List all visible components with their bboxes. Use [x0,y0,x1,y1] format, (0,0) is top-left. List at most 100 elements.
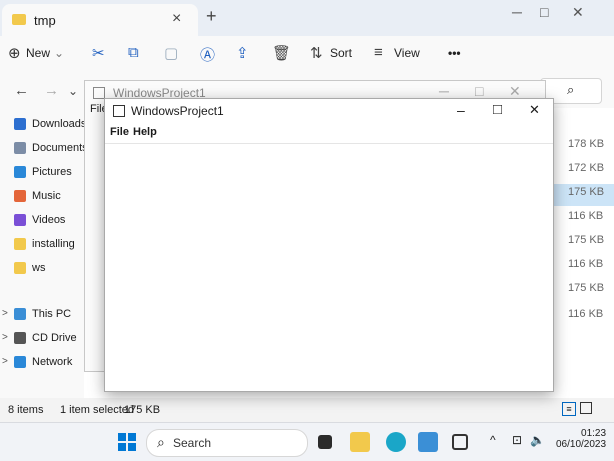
file-size: 175 KB [568,186,605,198]
menu-file[interactable]: File [110,126,129,138]
sort-button[interactable]: Sort [330,46,352,60]
chevron-up-icon[interactable]: ^ [490,433,496,447]
maximize-button[interactable]: □ [493,101,502,118]
selection-status: 1 item selected [60,404,134,416]
view-icon: ≡ [374,44,383,61]
window-title: WindowsProject1 [131,104,224,118]
clock-date: 06/10/2023 [556,439,607,450]
tab-bar: tmp × + ─ □ ✕ [0,0,614,36]
sidebar-item-label: This PC [32,308,72,320]
search-icon: ⌕ [567,82,575,97]
app-window[interactable]: WindowsProject1 – □ ✕ File Help [104,98,554,392]
pc-icon [14,308,26,320]
file-size: 116 KB [568,210,604,222]
sidebar-item-label: Documents [32,142,84,154]
taskbar: ⌕ Search ^ ⊡ 🔈 01:23 06/10/2023 [0,422,614,461]
paste-icon[interactable]: ▢ [164,44,178,62]
network-icon [14,356,26,368]
music-icon [14,190,26,202]
sidebar-item[interactable]: Downloads [0,114,84,136]
minimize-button[interactable]: – [457,102,465,118]
chevron-right-icon[interactable]: > [2,308,8,319]
chevron-down-icon: ⌄ [54,46,65,60]
sidebar-item-label: Music [32,190,61,202]
edge-icon[interactable] [386,432,406,452]
tab-tmp[interactable]: tmp × [2,4,198,36]
cut-icon[interactable]: ✂ [92,44,105,62]
delete-icon[interactable]: 🗑 [272,44,291,62]
sidebar-item[interactable]: Music [0,186,84,208]
tab-label: tmp [34,13,56,28]
folder-icon [12,14,26,25]
sidebar-item-label: installing [32,238,75,250]
new-button[interactable]: New [26,46,50,60]
sidebar-item[interactable]: > This PC [0,304,84,326]
tiles-view-icon[interactable] [580,402,592,414]
close-button[interactable]: ✕ [529,102,540,118]
file-size: 178 KB [568,138,605,150]
file-size: 116 KB [568,308,604,320]
selection-size: 175 KB [124,404,161,416]
file-size: 116 KB [568,258,604,270]
chevron-right-icon[interactable]: > [2,332,8,343]
items-count: 8 items [8,404,44,416]
sidebar-item-label: Network [32,356,73,368]
more-options-button[interactable]: ••• [448,46,461,60]
folder-icon [14,238,26,250]
app-icon [113,105,125,117]
task-view-icon[interactable] [318,435,332,449]
client-area[interactable] [105,144,553,390]
clock[interactable]: 01:23 06/10/2023 [556,428,606,450]
sidebar-item-label: ws [32,262,46,274]
minimize-button[interactable]: ─ [512,4,522,20]
volume-icon[interactable]: 🔈 [530,433,545,447]
network-tray-icon[interactable]: ⊡ [512,433,522,447]
command-bar: ⊕ New ⌄ ✂ ⧉ ▢ Ⓐ ⇪ 🗑 ⇅ Sort ≡ View ••• [0,36,614,72]
file-size: 175 KB [568,282,605,294]
taskbar-search[interactable]: ⌕ Search [146,429,308,457]
title-bar[interactable]: WindowsProject1 – □ ✕ [105,99,553,123]
sidebar-item-label: Downloads [32,118,84,130]
file-explorer-taskbar-icon[interactable] [350,432,370,452]
back-icon[interactable]: ← [14,82,29,99]
close-button[interactable]: ✕ [572,4,584,21]
close-tab-icon[interactable]: × [172,10,181,28]
maximize-button[interactable]: □ [540,4,548,20]
start-icon[interactable] [118,433,136,451]
add-icon: ⊕ [8,45,21,62]
sidebar-item-label: CD Drive [32,332,77,344]
sidebar-item-label: Videos [32,214,66,226]
sidebar-item-label: Pictures [32,166,72,178]
sidebar-item[interactable]: Videos [0,210,84,232]
chevron-right-icon[interactable]: > [2,356,8,367]
new-tab-button[interactable]: + [206,6,217,27]
sidebar-item[interactable]: Pictures [0,162,84,184]
search-label: Search [173,436,212,450]
windowsproject1-taskbar-icon[interactable] [452,434,468,450]
rename-icon[interactable]: Ⓐ [200,44,215,65]
navigation-pane: Downloads Documents Pictures Music Videos ins… [0,108,84,398]
sidebar-item[interactable]: installing [0,234,84,256]
download-icon [14,118,26,130]
copy-icon[interactable]: ⧉ [128,44,139,61]
file-size: 172 KB [568,162,605,174]
sidebar-item[interactable]: Documents [0,138,84,160]
recent-locations-icon[interactable]: ⌄ [68,84,78,98]
forward-icon[interactable]: → [44,82,59,99]
menu-help[interactable]: Help [133,126,157,138]
sidebar-item[interactable]: > CD Drive [0,328,84,350]
folder-icon [14,262,26,274]
sidebar-item[interactable]: > Network [0,352,84,374]
maximize-button[interactable]: □ [475,83,483,99]
search-icon: ⌕ [157,434,165,450]
details-view-icon[interactable]: ≡ [562,402,576,416]
view-button[interactable]: View [394,46,420,60]
videos-icon [14,214,26,226]
share-icon[interactable]: ⇪ [236,44,249,62]
drive-icon [14,332,26,344]
sidebar-item[interactable]: ws [0,258,84,280]
minimize-button[interactable]: ─ [439,83,449,99]
document-icon [14,142,26,154]
pictures-icon [14,166,26,178]
store-icon[interactable] [418,432,438,452]
